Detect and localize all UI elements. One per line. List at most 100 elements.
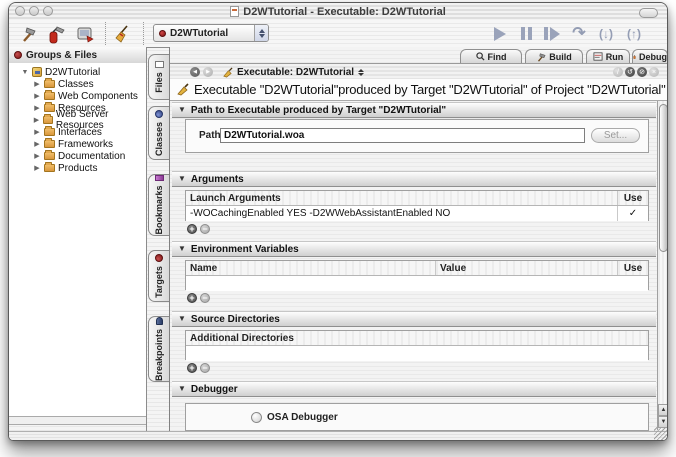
step-over-icon: ↷ [572, 26, 585, 42]
breakpoints-icon [156, 317, 163, 325]
radio-button-icon[interactable] [251, 412, 262, 423]
chevron-right-icon[interactable]: ▶ [33, 117, 40, 124]
tab-classes[interactable]: Classes [148, 106, 169, 160]
build-and-debug-button[interactable] [45, 22, 69, 45]
run-button[interactable] [73, 22, 97, 45]
build-button[interactable] [17, 22, 41, 45]
section-header-debugger[interactable]: ▼ Debugger [172, 381, 656, 397]
chevron-right-icon[interactable]: ▶ [33, 81, 41, 88]
project-icon [32, 67, 42, 77]
chevron-down-icon[interactable]: ▼ [178, 175, 186, 183]
file-history-popup[interactable]: Executable: D2WTutorial [222, 65, 364, 79]
scrollbar-thumb[interactable] [659, 104, 668, 252]
osa-debugger-option[interactable]: OSA Debugger [251, 412, 338, 423]
no-edit-circle-button[interactable]: ⊘ [637, 67, 647, 77]
close-editor-button[interactable]: × [649, 67, 659, 77]
screenshot-stage: D2WTutorial - Executable: D2WTutorial [0, 0, 676, 457]
tab-build[interactable]: Build [525, 49, 583, 63]
step-over-button[interactable]: ↷ [567, 23, 591, 44]
chevron-right-icon[interactable]: ▶ [33, 141, 41, 148]
close-icon: × [652, 69, 656, 76]
resize-grip[interactable] [654, 427, 667, 440]
toolbar-toggle-button[interactable] [639, 8, 658, 18]
window-titlebar[interactable]: D2WTutorial - Executable: D2WTutorial [9, 3, 667, 21]
chevron-down-icon[interactable]: ▼ [178, 106, 186, 114]
remove-variable-button[interactable]: − [200, 293, 210, 303]
scroll-up-button[interactable]: ▲ [658, 404, 668, 416]
argument-row[interactable]: -WOCachingEnabled YES -D2WWebAssistantEn… [186, 206, 648, 221]
tab-files[interactable]: Files [148, 54, 169, 100]
environment-empty-row[interactable] [186, 276, 648, 291]
tree-item[interactable]: ▶ Interfaces [9, 126, 146, 138]
chevron-right-icon[interactable]: ▶ [33, 105, 41, 112]
debug-continue-button[interactable] [488, 23, 512, 44]
source-table-header: Additional Directories [186, 331, 648, 346]
hammer-extinguisher-icon [47, 24, 67, 44]
editor-heading-text: Executable "D2WTutorial"produced by Targ… [194, 82, 666, 97]
tab-find[interactable]: Find [460, 49, 522, 63]
chevron-down-icon[interactable]: ▼ [178, 385, 186, 393]
active-target-popup[interactable]: D2WTutorial [153, 24, 269, 42]
chevron-right-icon[interactable]: ▶ [33, 93, 41, 100]
back-button[interactable]: ◀ [190, 67, 200, 77]
tab-run[interactable]: Run [586, 49, 630, 63]
section-header-source[interactable]: ▼ Source Directories [172, 311, 656, 327]
set-path-button[interactable]: Set... [591, 128, 640, 143]
tree-item-label: Classes [58, 79, 94, 90]
plus-icon: + [189, 364, 194, 373]
chevron-down-icon[interactable]: ▼ [178, 245, 186, 253]
tree-item[interactable]: ▶ Documentation [9, 150, 146, 162]
add-variable-button[interactable]: + [187, 293, 197, 303]
step-into-button[interactable]: (↓) [594, 23, 618, 44]
add-directory-button[interactable]: + [187, 363, 197, 373]
source-directories-table: Additional Directories [185, 330, 649, 360]
tree-item[interactable]: ▶ Classes [9, 78, 146, 90]
plus-icon: + [189, 294, 194, 303]
tab-build-label: Build [549, 52, 572, 62]
tree-item[interactable]: ▶ Web Components [9, 90, 146, 102]
tree-item-root[interactable]: ▼ D2WTutorial [9, 66, 146, 78]
vertical-scrollbar[interactable]: ▲ ▼ [657, 101, 668, 430]
chevron-down-icon[interactable]: ▼ [178, 315, 186, 323]
tab-targets[interactable]: Targets [148, 250, 169, 302]
tree-item[interactable]: ▶ Frameworks [9, 138, 146, 150]
path-input[interactable] [220, 128, 585, 143]
chevron-right-icon[interactable]: ▶ [33, 153, 41, 160]
tree-item[interactable]: ▶ Web Server Resources [9, 114, 146, 126]
column-name: Name [186, 263, 435, 274]
window-bottom-strip [9, 431, 667, 440]
tree-item[interactable]: ▶ Products [9, 162, 146, 174]
remove-directory-button[interactable]: − [200, 363, 210, 373]
section-header-arguments[interactable]: ▼ Arguments [172, 171, 656, 187]
forward-button[interactable]: ▶ [203, 67, 213, 77]
chevron-down-icon[interactable]: ▼ [21, 69, 29, 76]
environment-table: Name Value Use [185, 260, 649, 290]
tab-bookmarks-label: Bookmarks [154, 185, 164, 234]
step-out-button[interactable]: (↑) [622, 23, 646, 44]
debug-step-button[interactable] [540, 23, 564, 44]
undo-circle-button[interactable]: ↺ [625, 67, 635, 77]
section-header-path[interactable]: ▼ Path to Executable produced by Target … [172, 102, 656, 118]
chevron-right-icon[interactable]: ▶ [33, 129, 41, 136]
chevron-right-icon[interactable]: ▶ [33, 165, 41, 172]
sidebar-horizontal-scrollbar[interactable] [9, 416, 146, 425]
remove-argument-button[interactable]: − [200, 224, 210, 234]
edit-pencil-button[interactable]: / [613, 67, 623, 77]
add-argument-button[interactable]: + [187, 224, 197, 234]
clean-button[interactable] [112, 22, 136, 45]
tab-breakpoints[interactable]: Breakpoints [148, 316, 169, 382]
tab-bookmarks[interactable]: Bookmarks [148, 174, 169, 236]
environment-table-header: Name Value Use [186, 261, 648, 276]
active-target-label: D2WTutorial [170, 28, 250, 39]
tab-debug[interactable]: Debug [632, 49, 668, 63]
argument-use-cell[interactable]: ✓ [617, 206, 648, 221]
step-icon [544, 27, 560, 41]
column-launch-arguments: Launch Arguments [186, 193, 617, 204]
source-empty-row[interactable] [186, 346, 648, 361]
window-title: D2WTutorial - Executable: D2WTutorial [243, 6, 446, 18]
project-tree: ▼ D2WTutorial ▶ Classes ▶ Web Components… [9, 63, 146, 416]
section-header-environment[interactable]: ▼ Environment Variables [172, 241, 656, 257]
debug-pause-button[interactable] [514, 23, 538, 44]
main-pane: Find Build Run [169, 47, 668, 434]
document-proxy-icon[interactable] [230, 6, 239, 17]
